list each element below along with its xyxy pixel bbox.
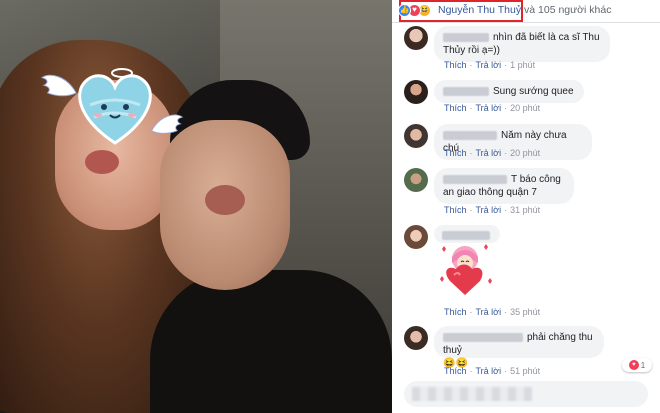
reply-link[interactable]: Trả lời (476, 205, 502, 215)
comment-bubble: T báo công an giao thông quận 7 (434, 168, 574, 204)
commenter-name-blurred[interactable] (443, 332, 523, 342)
comment-actions: Thích · Trả lời · 51 phút (444, 366, 541, 376)
divider (392, 22, 660, 23)
avatar[interactable] (404, 225, 428, 249)
heart-face-sticker (60, 65, 170, 145)
reply-link[interactable]: Trả lời (476, 307, 502, 317)
comment-time[interactable]: 1 phút (510, 60, 535, 70)
comment-actions: Thích · Trả lời · 20 phút (444, 148, 541, 158)
comment-bubble: Sung sướng quee (434, 80, 584, 103)
comment-actions: Thích · Trả lời · 1 phút (444, 60, 536, 70)
avatar[interactable] (404, 26, 428, 50)
comment-time[interactable]: 35 phút (510, 307, 540, 317)
comment-time[interactable]: 20 phút (510, 148, 540, 158)
comment-actions: Thích · Trả lời · 31 phút (444, 205, 541, 215)
comment-text: Sung sướng quee (493, 86, 574, 97)
comment-bubble: nhìn đã biết là ca sĩ Thu Thủy rồi ạ=)) (434, 26, 610, 62)
avatar[interactable] (404, 124, 428, 148)
photo-girl-lips (85, 150, 119, 174)
comment-reaction-badge[interactable]: ♥ 1 (622, 358, 652, 372)
commenter-name-blurred[interactable] (443, 32, 489, 42)
reaction-rest-text[interactable]: và 105 người khác (521, 4, 611, 16)
avatar[interactable] (404, 80, 428, 104)
comment-time[interactable]: 51 phút (510, 366, 540, 376)
like-icon: 👍 (398, 3, 411, 17)
reactions-text: Nguyễn Thu Thuỷ và 105 người khác (438, 4, 611, 16)
sticker-girl-heart[interactable] (434, 239, 496, 301)
reaction-highlighted-name[interactable]: Nguyễn Thu Thuỷ (438, 4, 521, 16)
love-icon: ♥ (628, 360, 639, 370)
like-link[interactable]: Thích (444, 205, 467, 215)
comment-input[interactable] (404, 381, 648, 407)
like-link[interactable]: Thích (444, 148, 467, 158)
post-photo[interactable] (0, 0, 392, 413)
reactions-summary[interactable]: 👍 ♥ 😆 Nguyễn Thu Thuỷ và 105 người khác (398, 0, 658, 20)
commenter-name-blurred[interactable] (443, 86, 489, 96)
blurred-content (412, 387, 532, 401)
comment-bubble: phải chăng thu thuỷ 😆😆 (434, 326, 604, 369)
comments-panel: 👍 ♥ 😆 Nguyễn Thu Thuỷ và 105 người khác … (392, 0, 660, 413)
like-link[interactable]: Thích (444, 307, 467, 317)
comment-time[interactable]: 31 phút (510, 205, 540, 215)
photo-boy-lips (205, 185, 245, 215)
photo-boy-shirt (150, 270, 392, 413)
reaction-icons[interactable]: 👍 ♥ 😆 (398, 3, 431, 17)
comment-time[interactable]: 20 phút (510, 103, 540, 113)
like-link[interactable]: Thích (444, 103, 467, 113)
like-link[interactable]: Thích (444, 366, 467, 376)
comment-actions: Thích · Trả lời · 20 phút (444, 103, 541, 113)
reply-link[interactable]: Trả lời (476, 148, 502, 158)
reaction-count: 1 (640, 360, 646, 370)
comment-actions: Thích · Trả lời · 35 phút (444, 307, 541, 317)
reply-link[interactable]: Trả lời (476, 60, 502, 70)
avatar[interactable] (404, 168, 428, 192)
like-link[interactable]: Thích (444, 60, 467, 70)
commenter-name-blurred[interactable] (443, 130, 497, 140)
reply-link[interactable]: Trả lời (476, 366, 502, 376)
commenter-name-blurred[interactable] (443, 174, 507, 184)
avatar[interactable] (404, 326, 428, 350)
reply-link[interactable]: Trả lời (476, 103, 502, 113)
